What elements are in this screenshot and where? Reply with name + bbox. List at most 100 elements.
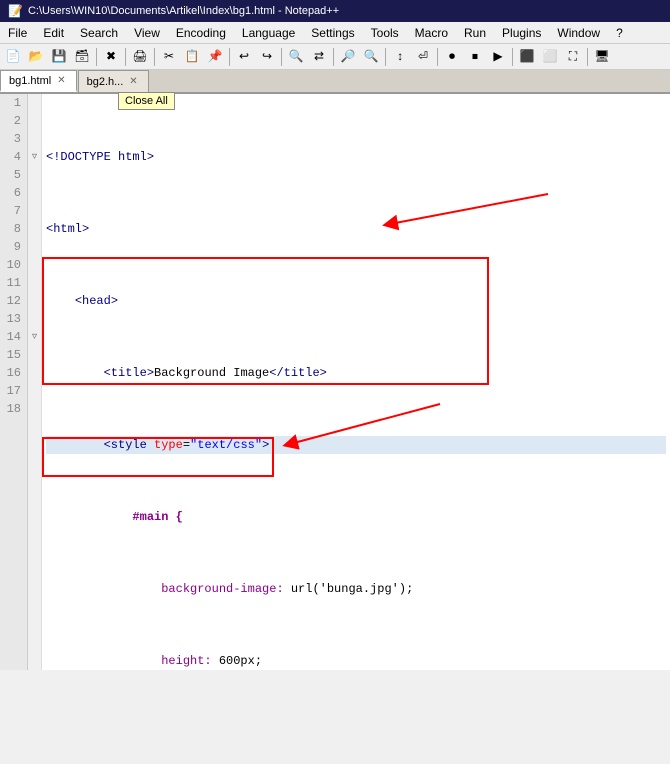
indent-4	[46, 364, 104, 382]
save-all-button[interactable]: 🗃	[71, 46, 93, 68]
zoom-in-button[interactable]: 🔎	[337, 46, 359, 68]
toolbar-sep-4	[229, 48, 230, 66]
tab-bg1[interactable]: bg1.html ✕	[0, 70, 77, 92]
code-line-7: background-image: url('bunga.jpg');	[46, 580, 666, 598]
fold-18	[28, 382, 41, 400]
editor[interactable]: 1 2 3 4 5 6 7 8 9 10 11 12 13 14 15 16 1…	[0, 94, 670, 670]
indent-8	[46, 652, 161, 670]
fold-13	[28, 292, 41, 310]
height-prop: height:	[161, 652, 219, 670]
menu-file[interactable]: File	[0, 22, 35, 43]
line-num-10: 10	[6, 256, 21, 274]
line-num-14: 14	[6, 328, 21, 346]
menu-settings[interactable]: Settings	[303, 22, 362, 43]
toolbar-sep-1	[96, 48, 97, 66]
style-gt: >	[262, 436, 269, 454]
print-button[interactable]: 🖨	[129, 46, 151, 68]
tab-bg2-close[interactable]: ✕	[127, 76, 139, 87]
head-open: <head>	[75, 292, 118, 310]
line-num-9: 9	[6, 238, 21, 256]
toolbar-sep-5	[281, 48, 282, 66]
fold-3[interactable]	[28, 112, 41, 130]
toolbar-sep-3	[154, 48, 155, 66]
indent-6	[46, 508, 132, 526]
line-num-3: 3	[6, 130, 21, 148]
line-num-11: 11	[6, 274, 21, 292]
line-num-5: 5	[6, 166, 21, 184]
macro-play-button[interactable]: ▶	[487, 46, 509, 68]
menu-bar: File Edit Search View Encoding Language …	[0, 22, 670, 44]
style-open: <style	[104, 436, 154, 454]
menu-edit[interactable]: Edit	[35, 22, 72, 43]
fold-16	[28, 346, 41, 364]
cut-button[interactable]: ✂	[158, 46, 180, 68]
line-num-13: 13	[6, 310, 21, 328]
indent-7	[46, 580, 161, 598]
monitor-button[interactable]: 🖥	[591, 46, 613, 68]
open-button[interactable]: 📂	[25, 46, 47, 68]
paste-button[interactable]: 📌	[204, 46, 226, 68]
line-num-2: 2	[6, 112, 21, 130]
copy-button[interactable]: 📋	[181, 46, 203, 68]
html-open: <html>	[46, 220, 89, 238]
fold-17	[28, 364, 41, 382]
fold-2[interactable]	[28, 94, 41, 112]
code-line-3: <head>	[46, 292, 666, 310]
code-line-4: <title>Background Image</title>	[46, 364, 666, 382]
menu-window[interactable]: Window	[549, 22, 608, 43]
menu-encoding[interactable]: Encoding	[168, 22, 234, 43]
title-open: <title>	[104, 364, 154, 382]
fold-6	[28, 166, 41, 184]
menu-language[interactable]: Language	[234, 22, 303, 43]
save-button[interactable]: 💾	[48, 46, 70, 68]
zoom-out-button[interactable]: 🔍	[360, 46, 382, 68]
replace-button[interactable]: ⇄	[308, 46, 330, 68]
menu-tools[interactable]: Tools	[363, 22, 407, 43]
title-close: </title>	[269, 364, 327, 382]
close-button[interactable]: ✖	[100, 46, 122, 68]
fold-15[interactable]: ▿	[28, 328, 41, 346]
menu-plugins[interactable]: Plugins	[494, 22, 549, 43]
menu-search[interactable]: Search	[72, 22, 126, 43]
bg-image-prop: background-image:	[161, 580, 291, 598]
fold-10	[28, 238, 41, 256]
macro-record-button[interactable]: ⏺	[441, 46, 463, 68]
wrap-button[interactable]: ⏎	[412, 46, 434, 68]
indent-button[interactable]: ⬛	[516, 46, 538, 68]
indent-3	[46, 292, 75, 310]
line-numbers: 1 2 3 4 5 6 7 8 9 10 11 12 13 14 15 16 1…	[0, 94, 28, 670]
fold-margin: ▿ ▿	[28, 94, 42, 670]
menu-macro[interactable]: Macro	[407, 22, 456, 43]
menu-help[interactable]: ?	[608, 22, 631, 43]
toolbar: 📄 📂 💾 🗃 ✖ 🖨 ✂ 📋 📌 ↩ ↪ 🔍 ⇄ 🔎 🔍 ↕ ⏎ ⏺ ⏹ ▶ …	[0, 44, 670, 70]
toolbar-sep-2	[125, 48, 126, 66]
line-num-7: 7	[6, 202, 21, 220]
find-button[interactable]: 🔍	[285, 46, 307, 68]
bg-image-val: url('bunga.jpg');	[291, 580, 413, 598]
tab-bg1-label: bg1.html	[9, 75, 51, 87]
fold-7	[28, 184, 41, 202]
outdent-button[interactable]: ⬜	[539, 46, 561, 68]
title-bar: 📝 C:\Users\WIN10\Documents\Artikel\Index…	[0, 0, 670, 22]
fold-12	[28, 274, 41, 292]
tab-bg1-close[interactable]: ✕	[55, 75, 67, 86]
title-text: C:\Users\WIN10\Documents\Artikel\Index\b…	[28, 5, 339, 17]
new-button[interactable]: 📄	[2, 46, 24, 68]
menu-run[interactable]: Run	[456, 22, 494, 43]
sync-button[interactable]: ↕	[389, 46, 411, 68]
redo-button[interactable]: ↪	[256, 46, 278, 68]
tab-bg2[interactable]: bg2.h... ✕	[78, 70, 149, 92]
line-num-12: 12	[6, 292, 21, 310]
fold-11	[28, 256, 41, 274]
menu-view[interactable]: View	[126, 22, 168, 43]
code-content[interactable]: <!DOCTYPE html> <html> <head> <title>Bac…	[42, 94, 670, 670]
macro-stop-button[interactable]: ⏹	[464, 46, 486, 68]
fold-14	[28, 310, 41, 328]
fold-8	[28, 202, 41, 220]
title-content: Background Image	[154, 364, 269, 382]
css-selector: #main {	[132, 508, 182, 526]
fold-5[interactable]: ▿	[28, 148, 41, 166]
fullscreen-button[interactable]: ⛶	[562, 46, 584, 68]
undo-button[interactable]: ↩	[233, 46, 255, 68]
toolbar-sep-9	[512, 48, 513, 66]
